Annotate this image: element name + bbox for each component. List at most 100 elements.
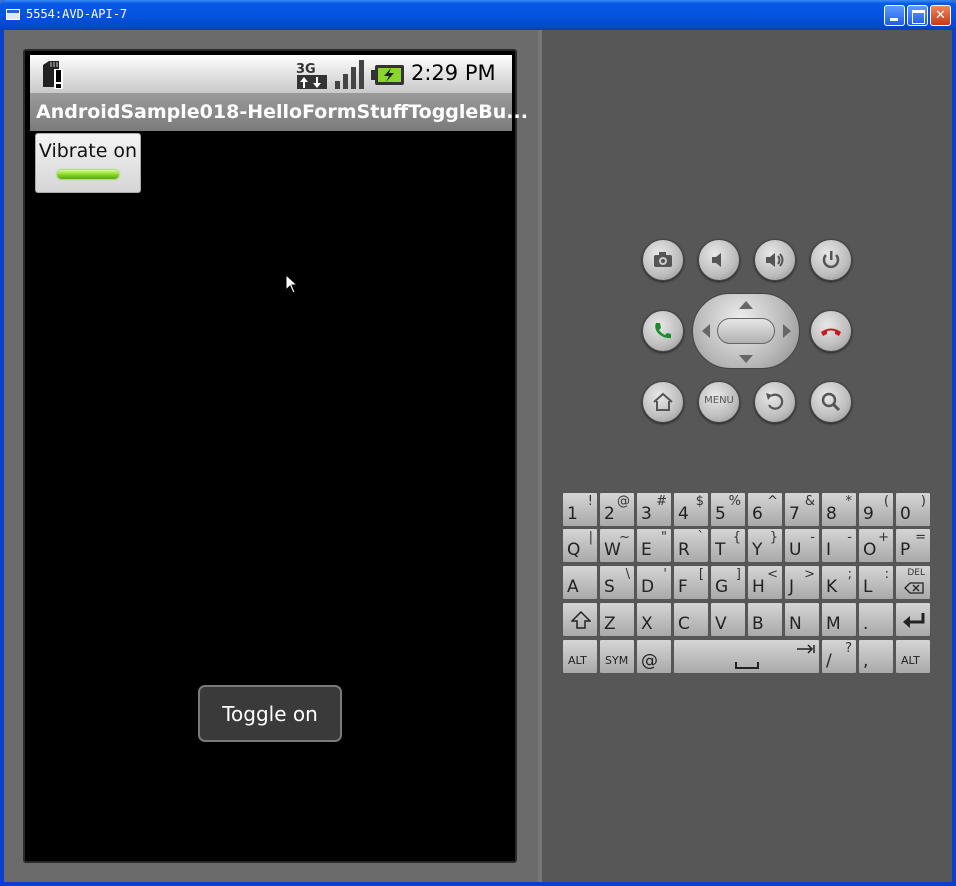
key-1-0[interactable]: Q | bbox=[562, 528, 598, 563]
minimize-button[interactable] bbox=[884, 5, 905, 26]
search-button[interactable] bbox=[810, 381, 852, 423]
back-button[interactable] bbox=[754, 381, 796, 423]
tab-icon bbox=[797, 644, 815, 654]
key-comma[interactable]: , bbox=[858, 639, 894, 674]
key-alt-label: ! bbox=[587, 494, 593, 509]
power-icon bbox=[822, 251, 840, 269]
key-2-7[interactable]: K; bbox=[821, 565, 857, 600]
key-2-5[interactable]: H < bbox=[747, 565, 783, 600]
dpad-center-button[interactable] bbox=[717, 318, 775, 344]
key-alt-label: : bbox=[884, 567, 889, 582]
key-label: T bbox=[715, 540, 726, 560]
key-0-7[interactable]: 8 * bbox=[821, 492, 857, 527]
volume-up-icon bbox=[766, 253, 784, 267]
volume-up-button[interactable] bbox=[754, 239, 796, 281]
key-alt-label: [ bbox=[698, 567, 704, 582]
camera-button[interactable] bbox=[642, 239, 684, 281]
key-label: E bbox=[641, 540, 652, 560]
dpad-left-icon[interactable] bbox=[702, 324, 710, 338]
volume-down-button[interactable] bbox=[698, 239, 740, 281]
key-1-2[interactable]: E " bbox=[636, 528, 672, 563]
key-0-9[interactable]: 0) bbox=[895, 492, 931, 527]
back-icon bbox=[766, 393, 784, 410]
key-space[interactable] bbox=[673, 639, 820, 674]
dpad-up-icon[interactable] bbox=[739, 301, 753, 309]
key-0-3[interactable]: 4 $ bbox=[673, 492, 709, 527]
key-2-4[interactable]: G] bbox=[710, 565, 746, 600]
key-label: M bbox=[826, 614, 841, 634]
key-enter[interactable] bbox=[895, 602, 931, 637]
power-button[interactable] bbox=[810, 239, 852, 281]
end-call-button[interactable] bbox=[810, 310, 852, 352]
vibrate-toggle-button[interactable]: Vibrate on bbox=[35, 133, 141, 193]
key-1-6[interactable]: U- bbox=[784, 528, 820, 563]
key-3-2[interactable]: C bbox=[673, 602, 709, 637]
key-label: 0 bbox=[900, 504, 911, 524]
key-label: B bbox=[752, 614, 764, 634]
key-2-8[interactable]: L: bbox=[858, 565, 894, 600]
key-0-6[interactable]: 7 & bbox=[784, 492, 820, 527]
key-1-3[interactable]: R ` bbox=[673, 528, 709, 563]
key-label: N bbox=[789, 614, 802, 634]
key-1-1[interactable]: W ~ bbox=[599, 528, 635, 563]
key-2-1[interactable]: S \ bbox=[599, 565, 635, 600]
key-label: A bbox=[567, 577, 579, 597]
key-label: . bbox=[863, 614, 869, 634]
key-1-9[interactable]: P = bbox=[895, 528, 931, 563]
key-0-2[interactable]: 3 # bbox=[636, 492, 672, 527]
key-alt-label: = bbox=[915, 530, 926, 545]
title-bar[interactable]: 5554:AVD-API-7 ✕ bbox=[0, 0, 956, 30]
key-0-8[interactable]: 9( bbox=[858, 492, 894, 527]
maximize-button[interactable] bbox=[907, 5, 928, 26]
key-0-4[interactable]: 5% bbox=[710, 492, 746, 527]
call-button[interactable] bbox=[642, 310, 684, 352]
key-alt-label: + bbox=[878, 530, 889, 545]
key-alt-label: # bbox=[656, 494, 667, 509]
shift-icon bbox=[571, 611, 591, 629]
key-label: 6 bbox=[752, 504, 763, 524]
key-1-7[interactable]: I- bbox=[821, 528, 857, 563]
key-1-8[interactable]: O + bbox=[858, 528, 894, 563]
key-slash[interactable]: /? bbox=[821, 639, 857, 674]
app-icon bbox=[6, 9, 20, 20]
dpad-right-icon[interactable] bbox=[783, 324, 791, 338]
key-3-7[interactable]: . bbox=[858, 602, 894, 637]
dpad-down-icon[interactable] bbox=[739, 355, 753, 363]
key-0-1[interactable]: 2 @ bbox=[599, 492, 635, 527]
key-alt-label: } bbox=[769, 530, 778, 545]
key-alt-label: ` bbox=[697, 530, 705, 545]
key-label: O bbox=[863, 540, 877, 560]
key-alt-right[interactable]: ALT bbox=[895, 639, 931, 674]
key-label: Z bbox=[604, 614, 616, 634]
key-3-4[interactable]: B bbox=[747, 602, 783, 637]
key-shift[interactable] bbox=[562, 602, 598, 637]
key-2-3[interactable]: F[ bbox=[673, 565, 709, 600]
key-label: 2 bbox=[604, 504, 615, 524]
key-alt-label: ( bbox=[883, 494, 889, 509]
key-3-0[interactable]: Z bbox=[599, 602, 635, 637]
device-screen[interactable]: 3G 2:29 PM AndroidSample018-HelloFormStu… bbox=[23, 49, 528, 863]
close-button[interactable]: ✕ bbox=[930, 5, 951, 26]
key-3-6[interactable]: M bbox=[821, 602, 857, 637]
home-button[interactable] bbox=[642, 381, 684, 423]
key-2-6[interactable]: J > bbox=[784, 565, 820, 600]
key-alt-label: { bbox=[732, 530, 741, 545]
key-1-5[interactable]: Y} bbox=[747, 528, 783, 563]
key-at[interactable]: @ bbox=[636, 639, 672, 674]
key-0-5[interactable]: 6 ^ bbox=[747, 492, 783, 527]
key-3-5[interactable]: N bbox=[784, 602, 820, 637]
key-delete[interactable]: DEL bbox=[895, 565, 931, 600]
key-alt-label: ~ bbox=[619, 530, 630, 545]
key-0-0[interactable]: 1! bbox=[562, 492, 598, 527]
status-clock: 2:29 PM bbox=[411, 61, 496, 85]
key-3-3[interactable]: V bbox=[710, 602, 746, 637]
menu-button[interactable]: MENU bbox=[698, 381, 740, 423]
key-sym[interactable]: SYM bbox=[599, 639, 635, 674]
key-2-0[interactable]: A bbox=[562, 565, 598, 600]
key-alt-left[interactable]: ALT bbox=[562, 639, 598, 674]
key-2-2[interactable]: D ' bbox=[636, 565, 672, 600]
dpad[interactable] bbox=[692, 293, 800, 369]
key-3-1[interactable]: X bbox=[636, 602, 672, 637]
key-1-4[interactable]: T{ bbox=[710, 528, 746, 563]
key-alt-label: $ bbox=[695, 494, 704, 509]
